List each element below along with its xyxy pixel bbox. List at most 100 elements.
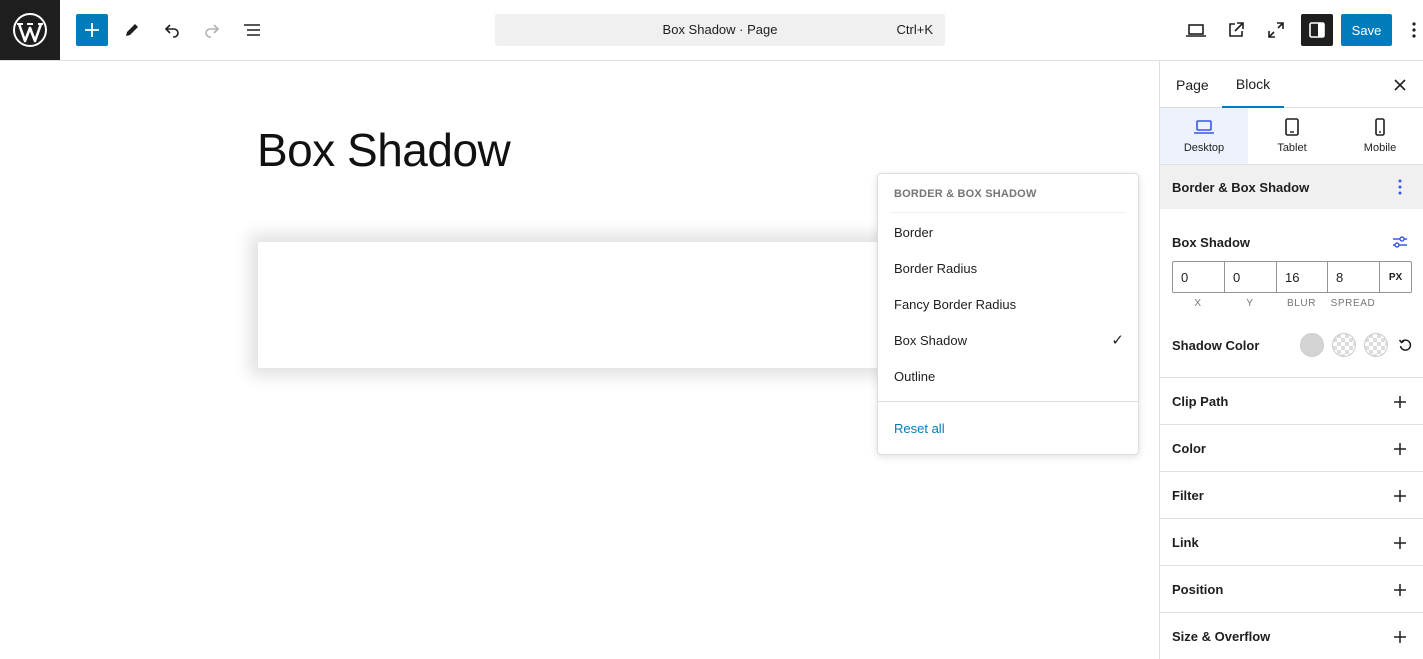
device-label: Desktop bbox=[1183, 142, 1225, 154]
wordpress-logo-icon[interactable] bbox=[0, 0, 60, 60]
panel-position[interactable]: Position bbox=[1160, 565, 1423, 612]
view-page-button[interactable] bbox=[1220, 14, 1252, 46]
box-shadow-settings-button[interactable] bbox=[1390, 233, 1410, 251]
device-switcher: Desktop Tablet Mobile bbox=[1160, 108, 1423, 165]
undo-button[interactable] bbox=[156, 14, 188, 46]
plus-icon bbox=[85, 23, 99, 37]
dropdown-item-border[interactable]: Border bbox=[894, 220, 1124, 244]
panel-link[interactable]: Link bbox=[1160, 518, 1423, 565]
close-sidebar-button[interactable] bbox=[1390, 75, 1410, 95]
sidebar-icon bbox=[1309, 22, 1325, 38]
panel-label: Position bbox=[1172, 582, 1224, 597]
mobile-icon bbox=[1375, 118, 1385, 136]
more-vertical-icon bbox=[1412, 22, 1416, 38]
shadow-x-input[interactable]: 0 bbox=[1173, 262, 1225, 292]
list-view-icon bbox=[244, 24, 260, 36]
dropdown-item-outline[interactable]: Outline bbox=[894, 364, 1124, 388]
panel-clip-path[interactable]: Clip Path bbox=[1160, 377, 1423, 424]
reset-all-button[interactable]: Reset all bbox=[894, 421, 945, 436]
reset-icon bbox=[1398, 339, 1412, 351]
border-options-dropdown: BORDER & BOX SHADOW Border Border Radius… bbox=[877, 173, 1139, 455]
device-mobile[interactable]: Mobile bbox=[1336, 108, 1423, 164]
document-title: Box Shadow · Page bbox=[662, 22, 778, 37]
dropdown-item-fancy-border-radius[interactable]: Fancy Border Radius bbox=[894, 292, 1124, 316]
shadow-spread-input[interactable]: 8 bbox=[1328, 262, 1380, 292]
settings-sidebar: Page Block Desktop Tablet Mobile Border … bbox=[1159, 61, 1423, 659]
fullscreen-button[interactable] bbox=[1260, 14, 1292, 46]
add-block-button[interactable] bbox=[76, 14, 108, 46]
device-desktop[interactable]: Desktop bbox=[1160, 108, 1248, 164]
shadow-blur-input[interactable]: 16 bbox=[1277, 262, 1328, 292]
panel-label: Color bbox=[1172, 441, 1206, 456]
dropdown-item-label: Border bbox=[894, 224, 934, 240]
box-shadow-captions: X Y BLUR SPREAD bbox=[1172, 298, 1412, 309]
box-shadow-inputs: 0 0 16 8 PX bbox=[1172, 261, 1412, 293]
tab-block[interactable]: Block bbox=[1222, 61, 1284, 108]
fullscreen-icon bbox=[1268, 22, 1284, 38]
dropdown-item-border-radius[interactable]: Border Radius bbox=[894, 256, 1124, 280]
device-label: Tablet bbox=[1277, 142, 1307, 154]
sliders-icon bbox=[1393, 236, 1407, 248]
reset-shadow-color-button[interactable] bbox=[1396, 336, 1414, 354]
unit-selector[interactable]: PX bbox=[1380, 262, 1411, 292]
command-shortcut: Ctrl+K bbox=[896, 22, 933, 37]
redo-icon bbox=[205, 24, 220, 38]
laptop-icon bbox=[1194, 120, 1214, 134]
caption-spread: SPREAD bbox=[1330, 298, 1376, 309]
shadow-color-swatch[interactable] bbox=[1300, 333, 1324, 357]
more-vertical-icon bbox=[1398, 179, 1402, 195]
laptop-icon bbox=[1186, 24, 1206, 37]
plus-icon bbox=[1390, 486, 1410, 506]
panel-size-overflow[interactable]: Size & Overflow bbox=[1160, 612, 1423, 659]
plus-icon bbox=[1390, 533, 1410, 553]
preview-device-button[interactable] bbox=[1180, 14, 1212, 46]
external-link-icon bbox=[1229, 22, 1244, 37]
border-box-shadow-panel-header[interactable]: Border & Box Shadow bbox=[1160, 165, 1423, 209]
panel-color[interactable]: Color bbox=[1160, 424, 1423, 471]
panel-label: Clip Path bbox=[1172, 394, 1229, 409]
caption-y: Y bbox=[1246, 298, 1254, 309]
divider bbox=[890, 212, 1126, 213]
pencil-icon bbox=[126, 24, 138, 36]
box-shadow-label: Box Shadow bbox=[1172, 235, 1251, 250]
panel-filter[interactable]: Filter bbox=[1160, 471, 1423, 518]
panel-label: Size & Overflow bbox=[1172, 629, 1271, 644]
editor-header: Box Shadow · Page Ctrl+K Save bbox=[0, 0, 1423, 61]
caption-blur: BLUR bbox=[1286, 298, 1317, 309]
close-icon bbox=[1394, 79, 1406, 91]
sidebar-tabs: Page Block bbox=[1160, 61, 1423, 108]
page-title[interactable]: Box Shadow bbox=[257, 123, 511, 177]
device-label: Mobile bbox=[1363, 142, 1397, 154]
shadow-color-label: Shadow Color bbox=[1172, 338, 1260, 353]
redo-button[interactable] bbox=[196, 14, 228, 46]
device-tablet[interactable]: Tablet bbox=[1248, 108, 1336, 164]
plus-icon bbox=[1390, 580, 1410, 600]
panel-options-button[interactable] bbox=[1390, 177, 1410, 197]
options-button[interactable] bbox=[1404, 14, 1423, 46]
shadow-color-swatch-empty[interactable] bbox=[1332, 333, 1356, 357]
check-icon: ✓ bbox=[1111, 332, 1124, 349]
save-button[interactable]: Save bbox=[1341, 14, 1392, 46]
panel-label: Link bbox=[1172, 535, 1199, 550]
shadow-y-input[interactable]: 0 bbox=[1225, 262, 1277, 292]
tablet-icon bbox=[1285, 118, 1299, 136]
plus-icon bbox=[1390, 627, 1410, 647]
document-overview-button[interactable] bbox=[236, 14, 268, 46]
undo-icon bbox=[164, 24, 179, 38]
shadow-color-swatch-empty[interactable] bbox=[1364, 333, 1388, 357]
dropdown-heading: BORDER & BOX SHADOW bbox=[894, 188, 1037, 200]
box-shadow-group-block[interactable] bbox=[258, 242, 898, 368]
panel-label: Filter bbox=[1172, 488, 1204, 503]
dropdown-item-label: Border Radius bbox=[894, 260, 978, 276]
settings-toggle-button[interactable] bbox=[1301, 14, 1333, 46]
caption-x: X bbox=[1194, 298, 1202, 309]
command-palette-bar[interactable]: Box Shadow · Page Ctrl+K bbox=[495, 14, 945, 46]
divider bbox=[878, 401, 1138, 402]
dropdown-item-label: Outline bbox=[894, 368, 936, 384]
tools-button[interactable] bbox=[116, 14, 148, 46]
tab-page[interactable]: Page bbox=[1176, 61, 1209, 108]
dropdown-item-box-shadow[interactable]: Box Shadow ✓ bbox=[894, 328, 1124, 352]
dropdown-item-label: Fancy Border Radius bbox=[894, 296, 1017, 312]
dropdown-item-label: Box Shadow bbox=[894, 332, 967, 348]
plus-icon bbox=[1390, 439, 1410, 459]
